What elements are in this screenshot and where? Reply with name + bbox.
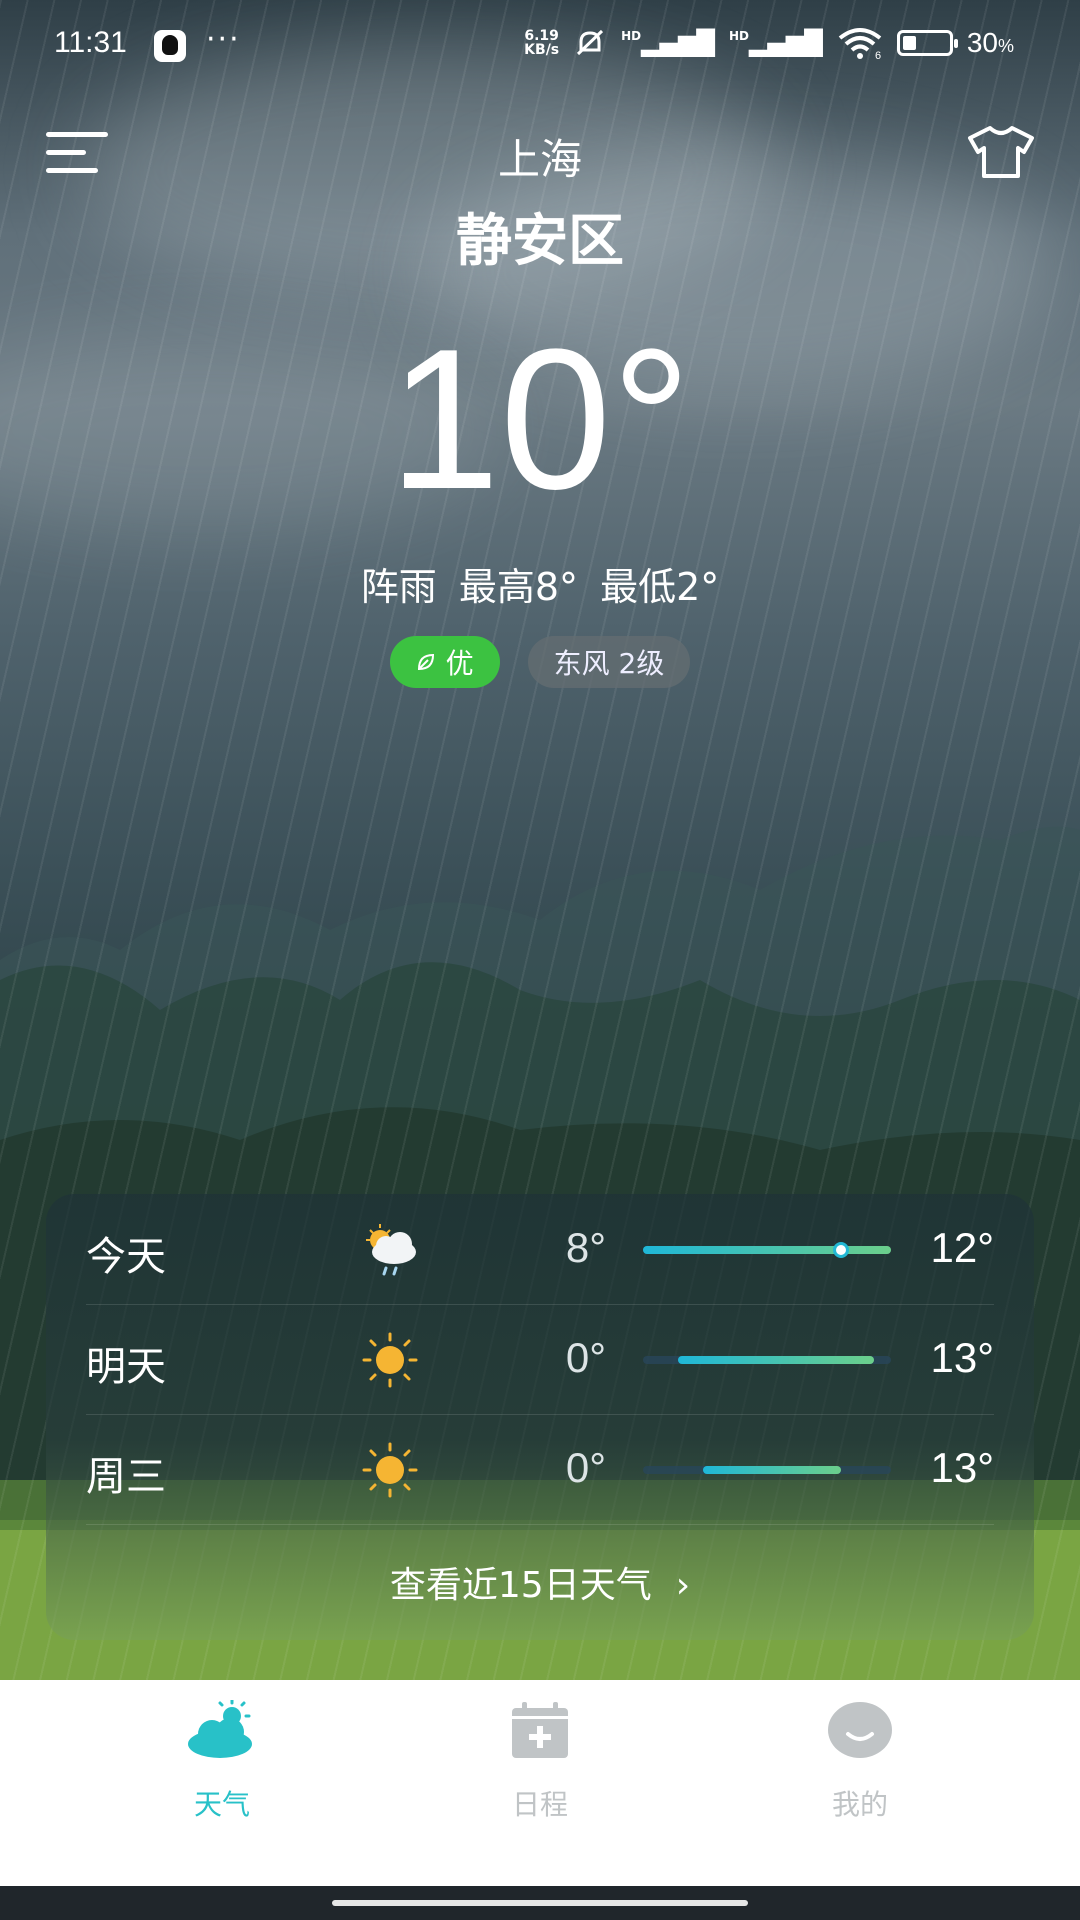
system-navigation-bar <box>0 1886 1080 1920</box>
calendar-add-icon <box>512 1702 568 1758</box>
tab-schedule[interactable]: 日程 <box>460 1700 620 1823</box>
forecast-day: 明天 <box>86 1344 166 1390</box>
signal-2-icon: HD▂▄▆█ <box>728 29 823 57</box>
current-temp-marker <box>833 1242 850 1258</box>
weather-summary: 阵雨 最高8° 最低2° <box>360 565 720 609</box>
battery-percent-unit: % <box>997 36 1014 56</box>
more-notifications-icon: ··· <box>206 22 241 57</box>
bottom-tab-bar: 天气 日程 我的 <box>0 1680 1080 1886</box>
tab-profile-label: 我的 <box>831 1788 888 1821</box>
chevron-right-icon: › <box>675 1565 691 1606</box>
forecast-row-tomorrow[interactable]: 明天 0° 13° <box>86 1304 994 1415</box>
city-name: 上海 <box>497 135 582 184</box>
view-15-day-label: 查看近15日天气 <box>389 1565 652 1606</box>
status-time: 11:31 <box>54 26 127 59</box>
forecast-low: 8° <box>565 1224 606 1271</box>
wind-label: 东风 2级 <box>553 647 665 680</box>
forecast-low: 0° <box>565 1444 606 1491</box>
home-indicator[interactable] <box>332 1900 748 1906</box>
forecast-high: 12° <box>930 1224 994 1271</box>
sun-icon <box>362 1442 418 1498</box>
weather-cloud-icon <box>188 1698 252 1758</box>
forecast-row-wednesday[interactable]: 周三 0° 13° <box>86 1414 994 1525</box>
forecast-day: 周三 <box>86 1454 166 1500</box>
temperature-range-fill <box>677 1356 874 1364</box>
tab-weather-label: 天气 <box>193 1788 250 1821</box>
forecast-row-today[interactable]: 今天 8° 12° <box>86 1194 994 1305</box>
tab-schedule-label: 日程 <box>511 1788 568 1821</box>
mute-bell-icon <box>577 29 604 56</box>
leaf-icon <box>417 653 434 671</box>
temperature-range-fill <box>702 1466 842 1474</box>
battery-icon <box>896 30 958 56</box>
wifi-level: 6 <box>875 50 881 60</box>
forecast-low: 0° <box>565 1334 606 1381</box>
signal-2-label: HD <box>728 29 749 43</box>
signal-1-icon: HD▂▄▆█ <box>621 29 715 57</box>
current-temperature: 10° <box>388 308 692 531</box>
air-quality-label: 优 <box>445 647 474 680</box>
sun-icon <box>362 1332 418 1388</box>
temperature-range-fill <box>643 1246 891 1254</box>
network-speed: 6.19 KB/s <box>524 29 559 57</box>
battery-level <box>902 36 917 50</box>
forecast-high: 13° <box>930 1444 994 1491</box>
tab-profile[interactable]: 我的 <box>780 1700 940 1823</box>
forecast-high: 13° <box>930 1334 994 1381</box>
network-speed-value: 6.19 <box>524 28 559 44</box>
district-name[interactable]: 静安区 <box>0 196 1080 277</box>
status-bar: 11:31 ··· 6.19 KB/s HD▂▄▆█ HD▂▄▆█ 6 30% <box>0 0 1080 90</box>
wind-badge[interactable]: 东风 2级 <box>527 636 691 688</box>
wifi-icon: 6 <box>838 28 882 60</box>
qq-notification-icon <box>154 30 186 62</box>
view-15-day-forecast-link[interactable]: 查看近15日天气 › <box>46 1556 1034 1608</box>
tab-weather[interactable]: 天气 <box>142 1698 302 1823</box>
forecast-card: 今天 8° 12° 明天 0° 13° 周三 0° 13° 查看近15日天气 › <box>46 1194 1034 1640</box>
air-quality-badge[interactable]: 优 <box>389 636 500 688</box>
battery-percent: 30% <box>967 27 1014 59</box>
forecast-day: 今天 <box>86 1234 166 1280</box>
signal-1-label: HD <box>621 29 642 43</box>
cloud-rain-sun-icon <box>366 1224 416 1276</box>
profile-face-icon <box>828 1702 892 1758</box>
network-speed-unit: KB/s <box>524 42 560 58</box>
temperature-range-bar <box>643 1242 891 1258</box>
temperature-range-bar <box>643 1356 891 1364</box>
battery-percent-value: 30 <box>966 27 998 58</box>
temperature-range-bar <box>643 1466 891 1474</box>
